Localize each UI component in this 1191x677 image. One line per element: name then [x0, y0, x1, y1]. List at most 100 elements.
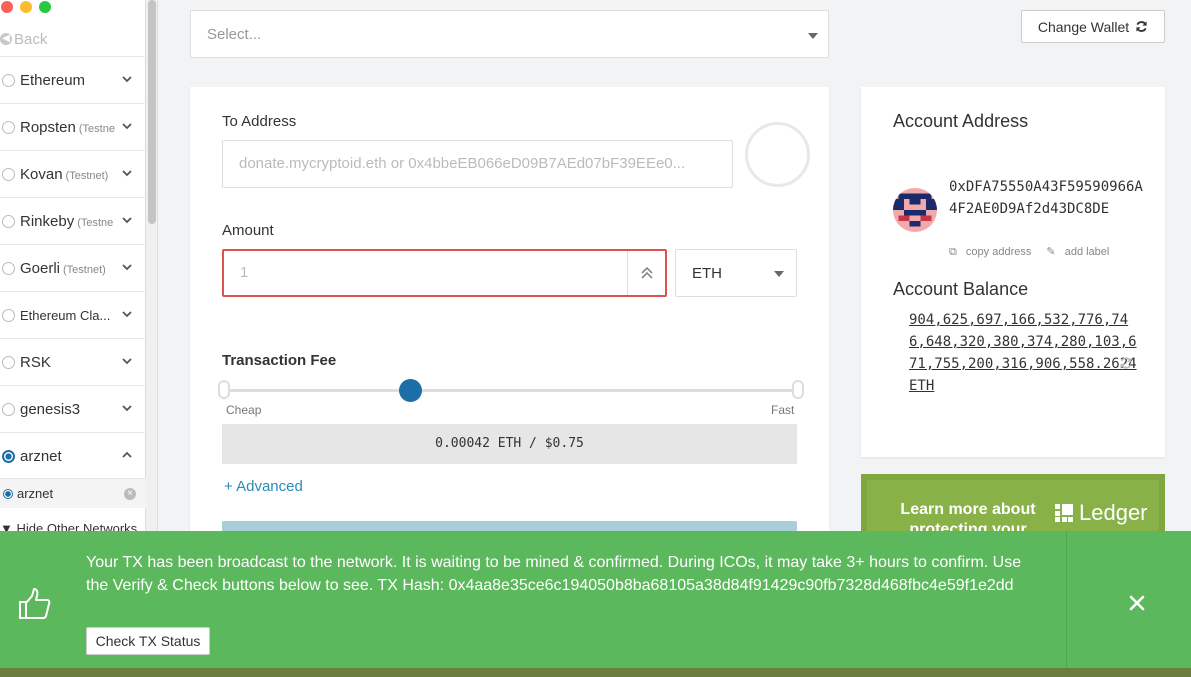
node-item-arznet[interactable]: arznet ×: [0, 478, 146, 508]
double-chevron-up-icon: [640, 266, 653, 279]
testnet-tag: (Testne: [78, 122, 115, 135]
network-item-rinkeby[interactable]: Rinkeby (Testne: [0, 197, 146, 244]
close-window-button[interactable]: [1, 1, 13, 13]
network-radio-selected[interactable]: [2, 449, 15, 463]
slider-fast-label: Fast: [771, 403, 795, 417]
fee-slider-track[interactable]: [228, 389, 798, 392]
caret-down-icon: [808, 33, 818, 39]
chevron-down-icon[interactable]: [120, 401, 134, 415]
network-item-ethereum-classic[interactable]: Ethereum Cla...: [0, 291, 146, 338]
select-placeholder: Select...: [207, 26, 262, 43]
node-radio-selected[interactable]: [3, 488, 13, 499]
add-label-button[interactable]: ✎ add label: [1046, 246, 1115, 258]
network-radio[interactable]: [2, 308, 15, 322]
chevron-up-icon[interactable]: [120, 448, 134, 462]
advanced-toggle[interactable]: + Advanced: [224, 478, 303, 495]
copy-address-button[interactable]: ⧉ copy address: [949, 246, 1037, 258]
account-card: Account Address 0xDFA75550A43F59590966A4…: [861, 87, 1165, 457]
node-name: arznet: [17, 486, 54, 501]
network-name: Kovan: [20, 165, 63, 183]
account-balance-title: Account Balance: [893, 279, 1029, 299]
network-item-arznet[interactable]: arznet: [0, 432, 146, 479]
network-radio[interactable]: [2, 167, 15, 181]
account-address: 0xDFA75550A43F59590966A4F2AE0D9Af2d43DC8…: [949, 179, 1143, 217]
notice-divider: [1066, 531, 1067, 677]
network-item-goerli[interactable]: Goerli (Testnet): [0, 244, 146, 291]
zoom-window-button[interactable]: [39, 1, 51, 13]
send-everything-button[interactable]: [627, 251, 665, 295]
tx-success-notification: Your TX has been broadcast to the networ…: [0, 531, 1191, 677]
amount-input[interactable]: 1: [222, 249, 667, 297]
network-item-rsk[interactable]: RSK: [0, 338, 146, 385]
ledger-logo-icon: [1055, 504, 1073, 522]
refresh-icon: [1136, 21, 1147, 32]
network-item-ethereum[interactable]: Ethereum: [0, 56, 146, 103]
back-button[interactable]: ◀ Back: [0, 28, 47, 50]
account-actions: ⧉ copy address ✎ add label: [949, 245, 1121, 259]
change-wallet-button[interactable]: Change Wallet: [1021, 10, 1165, 43]
minimize-window-button[interactable]: [20, 1, 32, 13]
address-identicon: [745, 122, 810, 187]
check-tx-status-button[interactable]: Check TX Status: [86, 627, 210, 655]
refresh-balance-icon[interactable]: [1119, 356, 1133, 370]
testnet-tag: (Testne: [77, 216, 114, 229]
pencil-icon: ✎: [1046, 246, 1056, 258]
amount-value: 1: [240, 264, 249, 281]
scrollbar-thumb[interactable]: [148, 0, 156, 224]
to-address-input[interactable]: donate.mycryptoid.eth or 0x4bbeEB066eD09…: [222, 140, 733, 188]
network-item-genesis3[interactable]: genesis3: [0, 385, 146, 432]
network-name: Ethereum: [20, 71, 86, 89]
chevron-down-icon[interactable]: [120, 260, 134, 274]
fee-display: 0.00042 ETH / $0.75: [222, 424, 797, 464]
slider-cheap-label: Cheap: [226, 403, 262, 417]
chevron-down-icon[interactable]: [120, 72, 134, 86]
account-identicon: [893, 188, 937, 232]
network-radio[interactable]: [2, 120, 15, 134]
account-address-title: Account Address: [893, 111, 1029, 131]
chevron-down-icon[interactable]: [120, 166, 134, 180]
to-address-label: To Address: [222, 113, 297, 130]
promo-inner: Learn more about protecting your Ledger: [867, 480, 1159, 534]
network-radio[interactable]: [2, 73, 15, 87]
fee-slider-handle[interactable]: [398, 379, 422, 402]
amount-label: Amount: [222, 222, 274, 239]
network-name: Goerli: [20, 259, 61, 277]
network-radio[interactable]: [2, 402, 15, 416]
unit-value: ETH: [692, 265, 722, 282]
chevron-down-icon[interactable]: [120, 119, 134, 133]
testnet-tag: (Testnet): [65, 169, 109, 182]
account-balance[interactable]: 904,625,697,166,532,776,746,648,320,380,…: [909, 309, 1139, 397]
thumbs-up-icon: [19, 588, 51, 619]
network-name: Rinkeby: [20, 212, 75, 230]
close-icon[interactable]: [1128, 594, 1146, 612]
network-name: RSK: [20, 353, 51, 371]
chevron-down-icon[interactable]: [120, 307, 134, 321]
copy-icon: ⧉: [949, 246, 957, 258]
network-name: arznet: [20, 447, 62, 465]
back-label: Back: [14, 30, 48, 48]
change-wallet-label: Change Wallet: [1037, 18, 1130, 35]
slider-max-stop: [792, 380, 804, 399]
remove-node-icon[interactable]: ×: [124, 488, 136, 500]
back-arrow-icon: ◀: [0, 33, 12, 45]
add-label-text: add label: [1064, 246, 1110, 258]
notice-message: Your TX has been broadcast to the networ…: [86, 554, 1022, 594]
chevron-down-icon[interactable]: [120, 213, 134, 227]
network-radio[interactable]: [2, 261, 15, 275]
network-item-kovan[interactable]: Kovan (Testnet): [0, 150, 146, 197]
network-name: Ropsten: [20, 118, 76, 136]
network-radio[interactable]: [2, 214, 15, 228]
wallet-select[interactable]: Select...: [190, 10, 829, 58]
promo-text: Learn more about protecting your: [900, 501, 1036, 534]
ledger-brand-name: Ledger: [1079, 500, 1148, 525]
unit-select[interactable]: ETH: [675, 249, 797, 297]
ledger-brand: Ledger: [1055, 500, 1148, 526]
network-item-ropsten[interactable]: Ropsten (Testne: [0, 103, 146, 150]
ledger-promo-banner[interactable]: Learn more about protecting your Ledger: [861, 474, 1165, 534]
testnet-tag: (Testnet): [63, 263, 106, 276]
slider-min-stop: [218, 380, 230, 399]
copy-address-label: copy address: [965, 246, 1032, 258]
send-transaction-card: To Address donate.mycryptoid.eth or 0x4b…: [190, 87, 829, 547]
chevron-down-icon[interactable]: [120, 354, 134, 368]
network-radio[interactable]: [2, 355, 15, 369]
